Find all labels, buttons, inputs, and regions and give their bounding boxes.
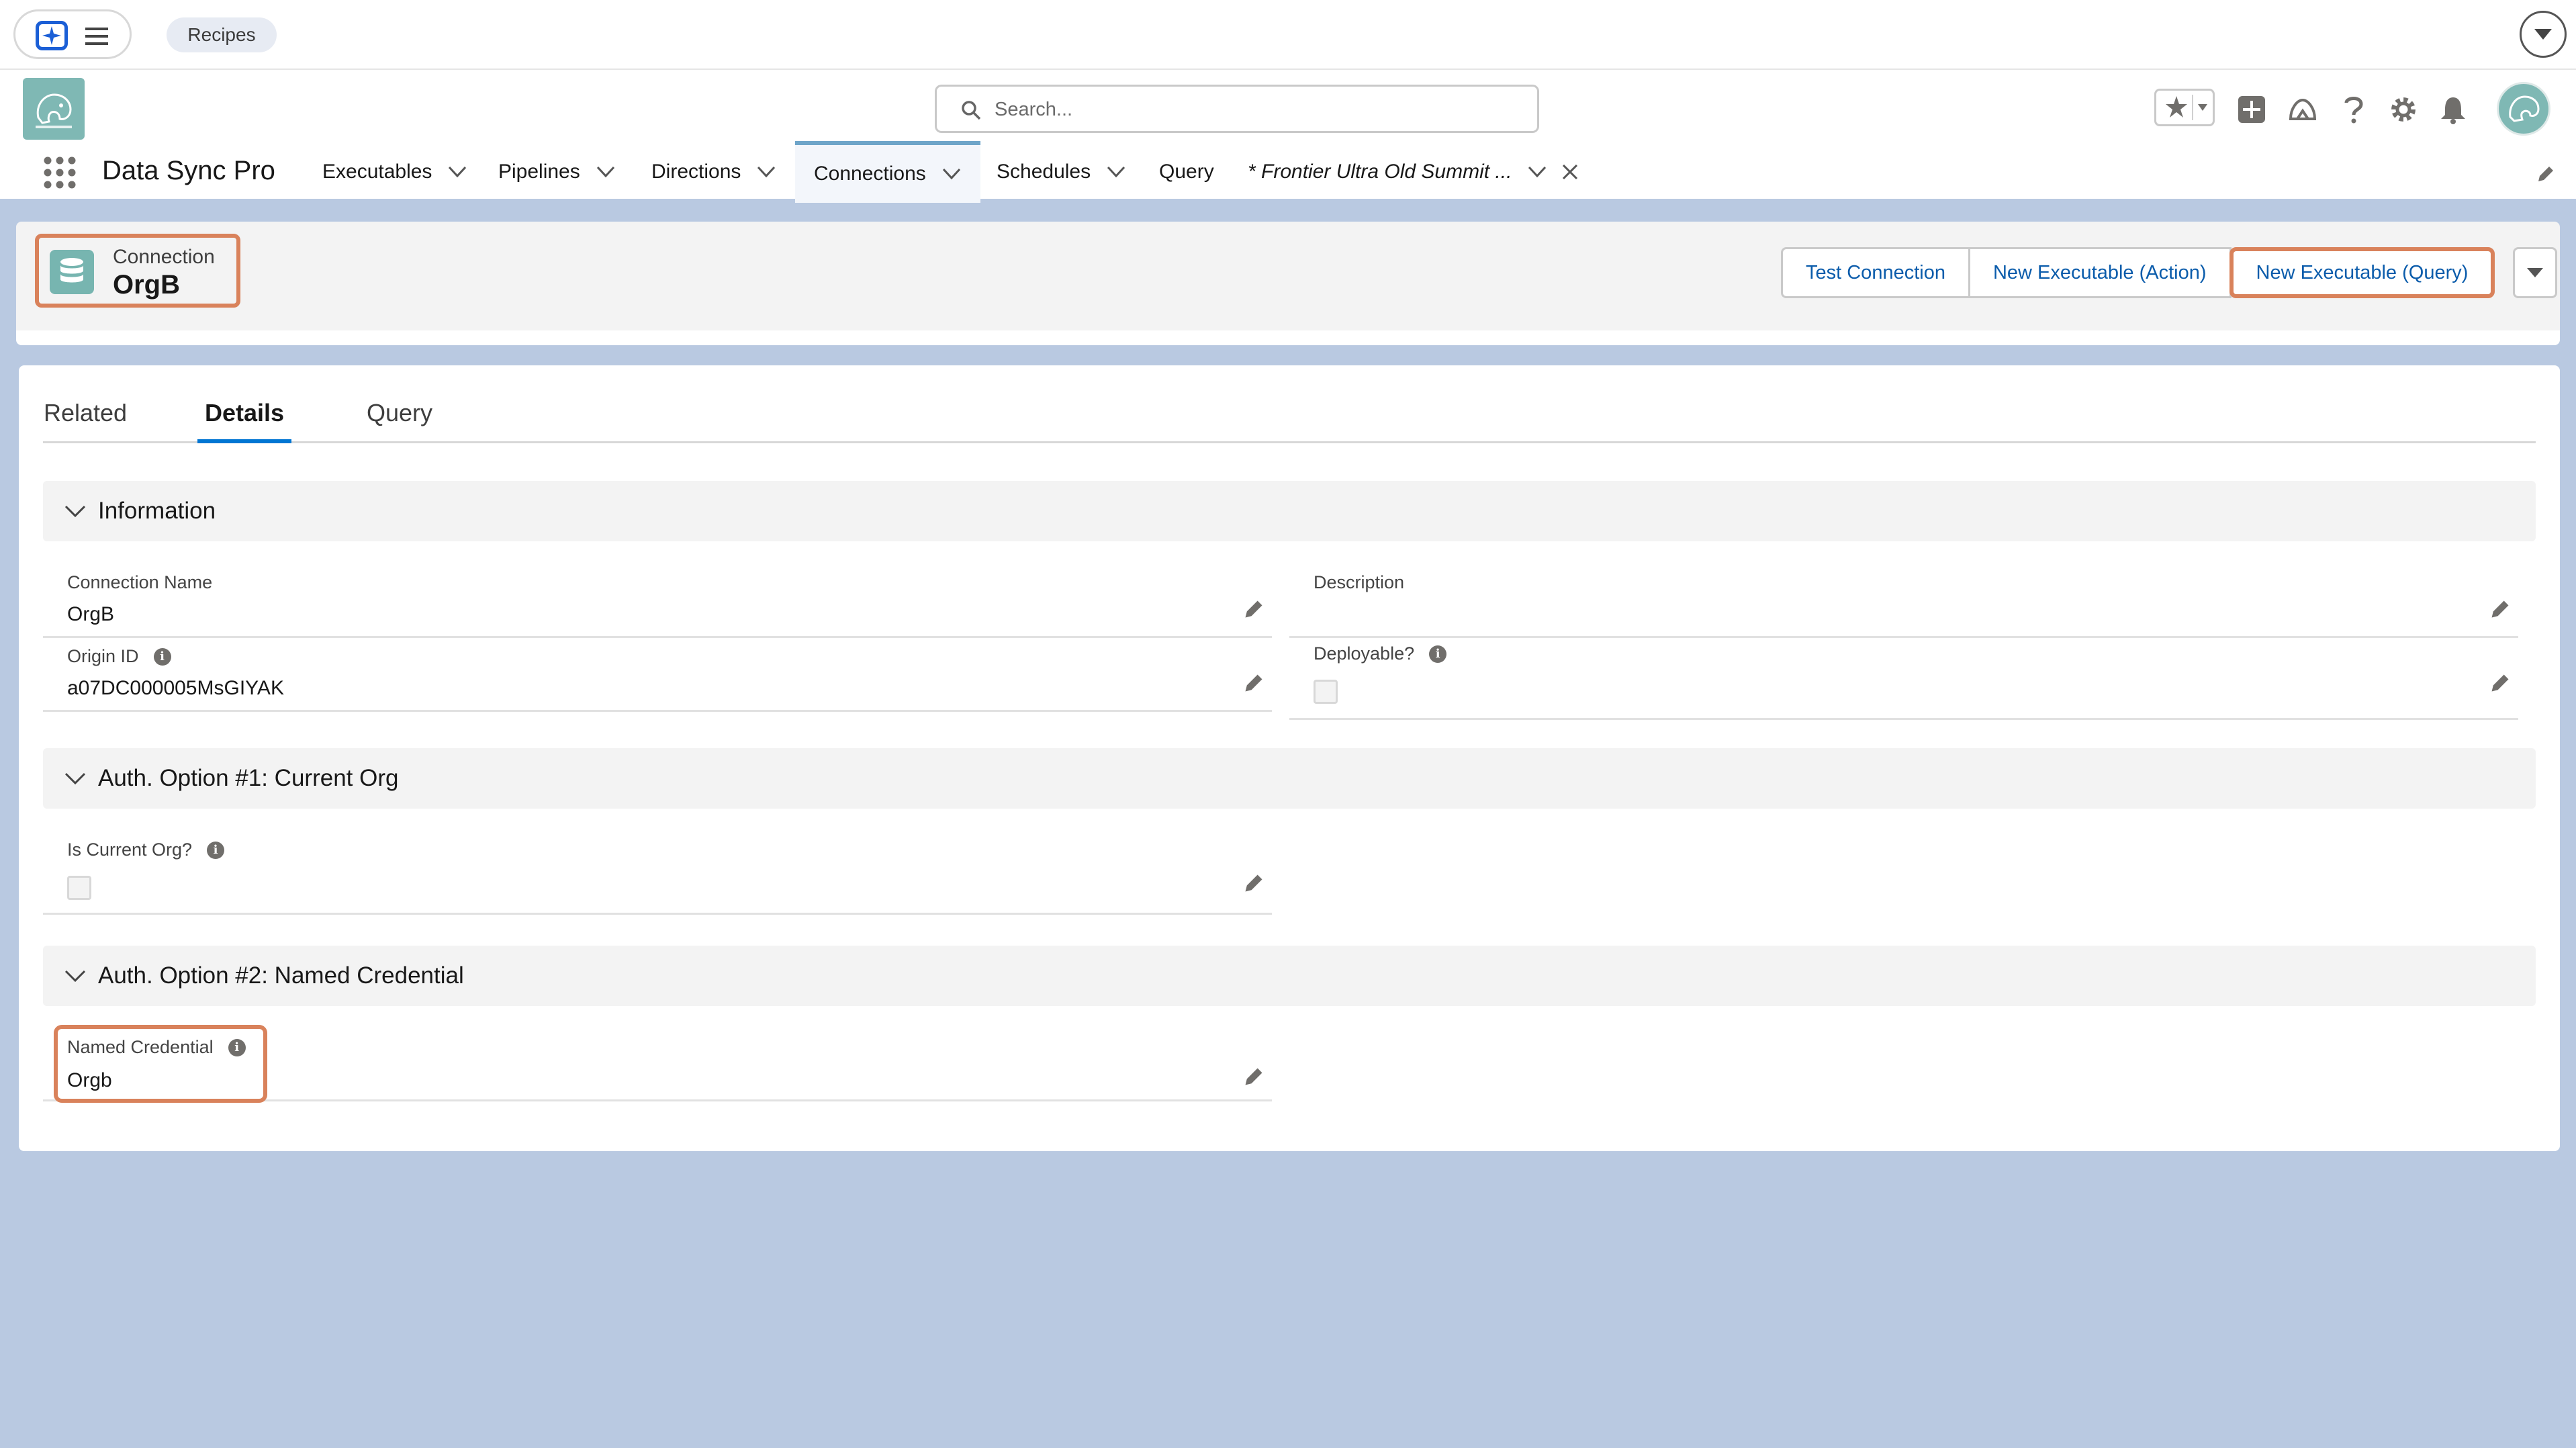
app-nav-bar: Data Sync Pro Executables Pipelines Dire…: [0, 141, 2576, 203]
recipes-button[interactable]: Recipes: [167, 17, 277, 52]
trailhead-icon[interactable]: [2287, 94, 2318, 125]
global-header: [0, 70, 2576, 148]
field-connection-name: Connection Name OrgB: [43, 564, 1272, 638]
chevron-down-icon[interactable]: [1107, 166, 1125, 178]
section-title: Auth. Option #2: Named Credential: [98, 962, 464, 989]
nav-item-executables[interactable]: Executables: [322, 141, 467, 203]
chevron-down-icon[interactable]: [448, 166, 467, 178]
global-search[interactable]: [935, 85, 1539, 133]
nav-item-connections[interactable]: Connections: [795, 141, 980, 203]
search-icon: [961, 100, 984, 123]
field-description: Description: [1289, 564, 2518, 638]
tab-related[interactable]: Related: [43, 391, 128, 443]
section-auth-option-2[interactable]: Auth. Option #2: Named Credential: [43, 946, 2536, 1006]
chevron-down-icon[interactable]: [757, 166, 776, 178]
field-label: Connection Name: [67, 572, 213, 592]
nav-item-pipelines[interactable]: Pipelines: [498, 141, 615, 203]
section-auth-option-1[interactable]: Auth. Option #1: Current Org: [43, 748, 2536, 809]
is-current-org-checkbox[interactable]: [67, 876, 91, 900]
edit-pencil-icon[interactable]: [1242, 1065, 1265, 1088]
tab-details[interactable]: Details: [197, 391, 291, 443]
field-deployable: Deployable? i: [1289, 638, 2518, 720]
help-icon[interactable]: [2338, 94, 2369, 125]
close-icon[interactable]: [1561, 163, 1579, 181]
nav-item-label: Pipelines: [498, 161, 580, 183]
field-label: Description: [1314, 572, 1405, 592]
record-actions: Test Connection New Executable (Action) …: [1781, 247, 2495, 298]
field-value: OrgB: [67, 603, 115, 625]
field-origin-id: Origin ID i a07DC000005MsGIYAK: [43, 638, 1272, 712]
info-icon[interactable]: i: [153, 647, 171, 666]
dropdown-circle-icon[interactable]: [2520, 11, 2567, 58]
app-logo[interactable]: [23, 78, 85, 140]
global-add-icon[interactable]: [2236, 94, 2267, 125]
nav-item-label: Query: [1159, 161, 1214, 183]
field-label-wrap: Deployable? i: [1314, 643, 1447, 664]
record-name: OrgB: [113, 270, 180, 300]
user-avatar[interactable]: [2497, 82, 2550, 136]
field-label-wrap: Origin ID i: [67, 646, 171, 667]
field-value: a07DC000005MsGIYAK: [67, 677, 284, 699]
nav-item-label: Directions: [651, 161, 741, 183]
new-executable-action-button[interactable]: New Executable (Action): [1968, 247, 2232, 298]
section-title: Information: [98, 498, 216, 524]
nav-item-schedules[interactable]: Schedules: [997, 141, 1125, 203]
chevron-down-icon[interactable]: [942, 168, 961, 180]
app-launcher-icon[interactable]: [43, 156, 77, 189]
top-bar: Recipes: [0, 0, 2576, 70]
test-connection-button[interactable]: Test Connection: [1781, 247, 1970, 298]
record-header: Connection OrgB Test Connection New Exec…: [16, 222, 2560, 345]
nav-item-label: Executables: [322, 161, 432, 183]
tab-query[interactable]: Query: [363, 391, 436, 443]
database-icon: [50, 250, 94, 294]
chevron-down-icon: [64, 970, 86, 983]
nav-item-label: Connections: [814, 163, 926, 185]
nav-item-directions[interactable]: Directions: [651, 141, 776, 203]
edit-nav-icon[interactable]: [2536, 164, 2556, 184]
field-label: Is Current Org?: [67, 840, 193, 860]
nav-item-query[interactable]: Query: [1159, 141, 1214, 203]
edit-pencil-icon[interactable]: [1242, 872, 1265, 895]
favorites-star-icon[interactable]: [2154, 89, 2215, 126]
chevron-down-icon[interactable]: [1528, 166, 1547, 178]
named-credential-highlight: [54, 1025, 267, 1103]
edit-pencil-icon[interactable]: [2489, 598, 2512, 621]
more-actions-button[interactable]: [2513, 247, 2557, 298]
edit-pencil-icon[interactable]: [1242, 672, 1265, 694]
nav-item-label: Schedules: [997, 161, 1091, 183]
workspace-tab[interactable]: * Frontier Ultra Old Summit ...: [1248, 141, 1579, 203]
menu-icon[interactable]: [85, 28, 108, 45]
section-information[interactable]: Information: [43, 481, 2536, 541]
chevron-down-icon: [64, 505, 86, 518]
section-title: Auth. Option #1: Current Org: [98, 765, 399, 791]
field-label: Deployable?: [1314, 643, 1415, 664]
field-label-wrap: Is Current Org? i: [67, 840, 225, 860]
edit-pencil-icon[interactable]: [2489, 672, 2512, 694]
notifications-bell-icon[interactable]: [2438, 94, 2469, 125]
chevron-down-icon: [2527, 268, 2543, 277]
record-detail-card: Related Details Query Information Connec…: [19, 365, 2560, 1151]
edit-pencil-icon[interactable]: [1242, 598, 1265, 621]
agent-sparkle-icon[interactable]: [36, 21, 68, 50]
deployable-checkbox[interactable]: [1314, 680, 1338, 704]
search-input[interactable]: [995, 92, 1525, 127]
new-executable-query-button[interactable]: New Executable (Query): [2229, 247, 2495, 298]
record-title-highlight: Connection OrgB: [35, 234, 240, 308]
field-label: Origin ID: [67, 646, 139, 666]
setup-gear-icon[interactable]: [2388, 94, 2419, 125]
chevron-down-icon[interactable]: [596, 166, 615, 178]
app-name: Data Sync Pro: [102, 156, 275, 185]
field-is-current-org: Is Current Org? i: [43, 831, 1272, 915]
info-icon[interactable]: i: [1429, 645, 1447, 663]
record-type-label: Connection: [113, 246, 215, 268]
info-icon[interactable]: i: [207, 841, 225, 859]
chevron-down-icon: [64, 772, 86, 785]
record-tabs: Related Details Query: [43, 391, 2536, 443]
workspace-tab-label: * Frontier Ultra Old Summit ...: [1248, 161, 1512, 183]
agent-toggle-pill[interactable]: [13, 9, 132, 59]
